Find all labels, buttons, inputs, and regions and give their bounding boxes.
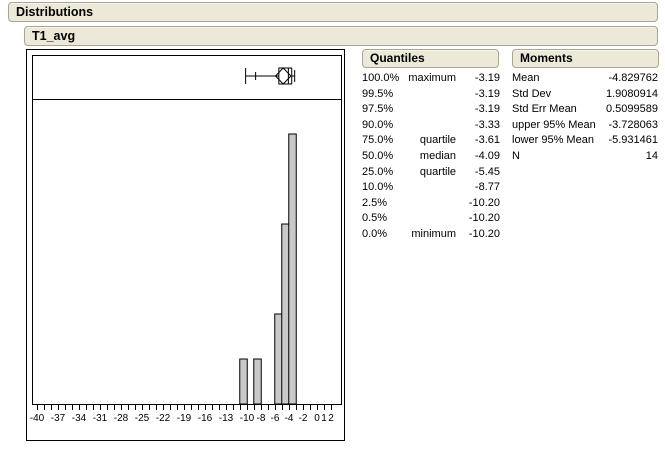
quantile-qval: -3.19 [456,102,500,118]
axis-label[interactable]: 2 [328,413,334,424]
axis-label[interactable]: -10 [240,413,255,424]
quantiles-header-label: Quantiles [370,51,425,65]
quantile-qval: -5.45 [456,165,500,181]
moment-value: -4.829762 [608,71,658,87]
quantile-qpct: 99.5% [362,87,404,103]
quantile-qpct: 10.0% [362,180,404,196]
distributions-header[interactable]: Distributions [8,2,658,22]
variable-header-label: T1_avg [32,29,75,43]
quantile-row: 100.0%maximum-3.19 [362,71,500,87]
axis-label[interactable]: -8 [257,413,266,424]
quantile-row: 10.0% -8.77 [362,180,500,196]
quantile-row: 25.0%quartile-5.45 [362,165,500,181]
moment-label: lower 95% Mean [512,133,594,149]
moment-row: N 14 [512,149,658,165]
quantile-qpct: 90.0% [362,118,404,134]
quantile-qpct: 2.5% [362,196,404,212]
quantile-qname [404,118,456,134]
quantile-qpct: 100.0% [362,71,404,87]
histogram-bar[interactable] [275,314,283,404]
quantile-qname [404,196,456,212]
quantile-qpct: 75.0% [362,133,404,149]
moment-label: Std Dev [512,87,551,103]
quantile-qval: -3.33 [456,118,500,134]
moment-value: 14 [646,149,658,165]
moments-table: Mean-4.829762Std Dev1.9080914Std Err Mea… [512,71,658,165]
moment-value: -5.931461 [608,133,658,149]
quantile-qval: -3.19 [456,87,500,103]
quantile-row: 50.0%median-4.09 [362,149,500,165]
moments-header[interactable]: Moments [512,49,659,68]
quantile-row: 0.5% -10.20 [362,211,500,227]
axis-label[interactable]: -31 [93,413,108,424]
histogram-panel: -40-37-34-31-28-25-22-19-16-13-10-8-6-4-… [26,49,345,441]
moment-label: Std Err Mean [512,102,577,118]
axis-label[interactable]: -13 [219,413,234,424]
quantile-qname [404,102,456,118]
moments-header-label: Moments [520,51,573,65]
histogram-bar[interactable] [289,134,297,404]
axis-label[interactable]: -22 [156,413,171,424]
quantile-row: 99.5% -3.19 [362,87,500,103]
moment-row: upper 95% Mean -3.728063 [512,118,658,134]
moment-row: Std Dev 1.9080914 [512,87,658,103]
moment-row: lower 95% Mean -5.931461 [512,133,658,149]
moment-value: 1.9080914 [606,87,658,103]
quantiles-table: 100.0%maximum-3.1999.5%-3.1997.5%-3.1990… [362,71,500,243]
histogram-bar[interactable] [240,359,248,404]
distributions-header-label: Distributions [16,5,93,19]
quantile-qname: quartile [404,133,456,149]
axis-label[interactable]: -4 [285,413,294,424]
quantile-qname: maximum [404,71,456,87]
moment-value: 0.5099589 [606,102,658,118]
quantile-qname: minimum [404,227,456,243]
quantile-qpct: 0.0% [362,227,404,243]
axis-label[interactable]: 1 [321,413,327,424]
moment-label: Mean [512,71,540,87]
quantile-qval: -10.20 [456,227,500,243]
moment-label: N [512,149,520,165]
quantile-qname: median [404,149,456,165]
quantiles-header[interactable]: Quantiles [362,49,499,68]
variable-header[interactable]: T1_avg [24,26,658,46]
quantile-row: 2.5% -10.20 [362,196,500,212]
axis-label[interactable]: -2 [299,413,308,424]
axis-label[interactable]: -6 [271,413,280,424]
quantile-row: 90.0% -3.33 [362,118,500,134]
axis-label[interactable]: -40 [30,413,45,424]
quantile-qname: quartile [404,165,456,181]
axis-label[interactable]: -19 [177,413,192,424]
quantile-row: 75.0%quartile-3.61 [362,133,500,149]
axis-label[interactable]: -25 [135,413,150,424]
histogram-bar[interactable] [282,224,290,404]
quantile-qname [404,87,456,103]
quantile-qval: -4.09 [456,149,500,165]
quantile-qval: -3.61 [456,133,500,149]
moment-value: -3.728063 [608,118,658,134]
quantile-row: 97.5% -3.19 [362,102,500,118]
moment-label: upper 95% Mean [512,118,596,134]
quantile-qpct: 50.0% [362,149,404,165]
quantile-qname [404,211,456,227]
histogram-svg: -40-37-34-31-28-25-22-19-16-13-10-8-6-4-… [27,50,344,440]
histogram-bar[interactable] [254,359,262,404]
moment-row: Mean -4.829762 [512,71,658,87]
quantile-qpct: 97.5% [362,102,404,118]
quantile-qpct: 25.0% [362,165,404,181]
quantile-qval: -10.20 [456,211,500,227]
axis-label[interactable]: -37 [51,413,66,424]
quantile-qval: -8.77 [456,180,500,196]
quantile-qpct: 0.5% [362,211,404,227]
quantile-qname [404,180,456,196]
quantile-row: 0.0%minimum-10.20 [362,227,500,243]
axis-label[interactable]: -34 [72,413,87,424]
quantile-qval: -10.20 [456,196,500,212]
axis-label[interactable]: -28 [114,413,129,424]
axis-label[interactable]: 0 [314,413,320,424]
quantile-qval: -3.19 [456,71,500,87]
axis-label[interactable]: -16 [198,413,213,424]
moment-row: Std Err Mean 0.5099589 [512,102,658,118]
